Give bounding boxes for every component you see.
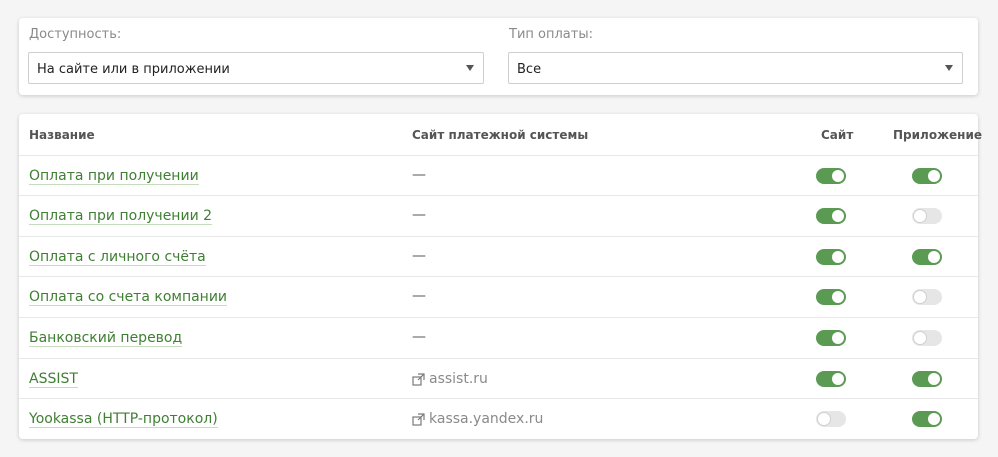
app-toggle[interactable] <box>912 168 942 184</box>
toggle-knob <box>818 413 830 425</box>
site-toggle[interactable] <box>816 330 846 346</box>
external-link-icon <box>412 372 425 386</box>
payment-type-label: Тип оплаты: <box>509 27 593 42</box>
app-toggle[interactable] <box>912 289 942 305</box>
payment-site-empty: — <box>412 248 426 264</box>
site-toggle[interactable] <box>816 289 846 305</box>
payment-type-select[interactable]: Все <box>508 52 963 84</box>
external-link-icon <box>412 412 425 426</box>
payment-method-link[interactable]: Оплата при получении 2 <box>29 208 213 225</box>
toggle-knob <box>832 170 844 182</box>
table-row: Оплата с личного счёта — <box>19 237 978 277</box>
chevron-down-icon <box>945 65 953 71</box>
availability-select[interactable]: На сайте или в приложении <box>28 52 484 84</box>
table-row: Оплата при получении 2 — <box>19 196 978 237</box>
payment-site-empty: — <box>412 288 426 304</box>
toggle-knob <box>928 413 940 425</box>
table-row: Yookassa (HTTP-протокол) kassa.yandex.ru <box>19 399 978 439</box>
payment-method-link[interactable]: Оплата с личного счёта <box>29 249 206 266</box>
app-toggle[interactable] <box>912 208 942 224</box>
payment-method-link[interactable]: Оплата при получении <box>29 168 199 185</box>
payment-site-empty: — <box>412 329 426 345</box>
toggle-knob <box>928 373 940 385</box>
site-toggle[interactable] <box>816 168 846 184</box>
toggle-knob <box>832 210 844 222</box>
chevron-down-icon <box>466 65 474 71</box>
payment-method-link[interactable]: Yookassa (HTTP-протокол) <box>29 411 218 428</box>
header-name: Название <box>29 128 95 142</box>
payment-site-link[interactable]: assist.ru <box>412 371 488 387</box>
payment-site-empty: — <box>412 207 426 223</box>
header-site: Сайт <box>821 128 854 142</box>
availability-label: Доступность: <box>29 27 122 42</box>
table-row: Оплата со счета компании — <box>19 277 978 318</box>
toggle-knob <box>832 332 844 344</box>
payment-site-text: assist.ru <box>429 371 488 387</box>
toggle-knob <box>832 251 844 263</box>
app-toggle[interactable] <box>912 411 942 427</box>
header-app: Приложение <box>893 128 982 142</box>
site-toggle[interactable] <box>816 249 846 265</box>
toggle-knob <box>832 291 844 303</box>
payment-method-link[interactable]: Оплата со счета компании <box>29 289 228 306</box>
toggle-knob <box>914 210 926 222</box>
table-row: ASSIST assist.ru <box>19 359 978 399</box>
toggle-knob <box>832 373 844 385</box>
table-row: Банковский перевод — <box>19 318 978 359</box>
toggle-knob <box>928 251 940 263</box>
payment-site-text: kassa.yandex.ru <box>429 411 544 427</box>
toggle-knob <box>914 291 926 303</box>
filters-panel: Доступность: На сайте или в приложении Т… <box>19 18 978 95</box>
payment-method-link[interactable]: ASSIST <box>29 371 78 388</box>
payment-methods-table: Название Сайт платежной системы Сайт При… <box>19 114 982 439</box>
site-toggle[interactable] <box>816 411 846 427</box>
site-toggle[interactable] <box>816 208 846 224</box>
payment-type-select-value: Все <box>517 62 542 77</box>
header-payment-site: Сайт платежной системы <box>412 128 589 142</box>
toggle-knob <box>914 332 926 344</box>
availability-select-value: На сайте или в приложении <box>37 62 230 77</box>
payment-site-link[interactable]: kassa.yandex.ru <box>412 411 543 427</box>
table-header: Название Сайт платежной системы Сайт При… <box>19 114 982 156</box>
site-toggle[interactable] <box>816 371 846 387</box>
payment-site-empty: — <box>412 167 426 183</box>
table-row: Оплата при получении — <box>19 156 978 196</box>
app-toggle[interactable] <box>912 371 942 387</box>
app-toggle[interactable] <box>912 249 942 265</box>
payment-method-link[interactable]: Банковский перевод <box>29 330 183 347</box>
app-toggle[interactable] <box>912 330 942 346</box>
toggle-knob <box>928 170 940 182</box>
